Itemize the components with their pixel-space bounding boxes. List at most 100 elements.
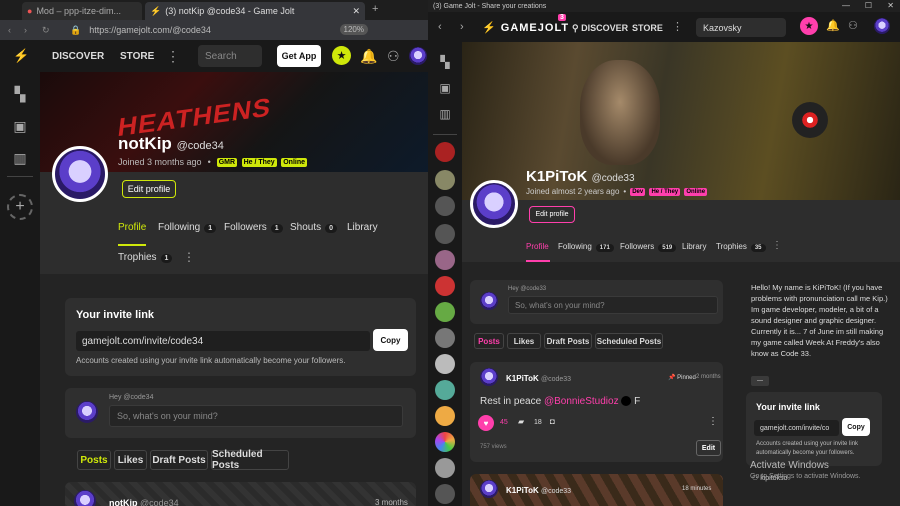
forward-icon[interactable]: › bbox=[460, 21, 464, 33]
user-avatar[interactable] bbox=[409, 47, 427, 65]
maximize-icon[interactable]: ☐ bbox=[865, 1, 872, 10]
back-icon[interactable]: ‹ bbox=[438, 21, 442, 33]
browser-tab[interactable]: ● Mod – ppp-itze-dim... bbox=[22, 2, 142, 20]
community-icon[interactable] bbox=[435, 328, 455, 348]
more-tabs-icon[interactable]: ⋮ bbox=[772, 240, 782, 251]
notification-bell-icon[interactable]: 🔔 bbox=[360, 48, 377, 65]
tab-followers[interactable]: Followers 519 bbox=[620, 242, 677, 252]
community-icon[interactable] bbox=[435, 406, 455, 426]
post-tab-likes[interactable]: Likes bbox=[114, 450, 147, 470]
more-tabs-icon[interactable]: ⋮ bbox=[183, 250, 195, 264]
post-tab-scheduled[interactable]: Scheduled Posts bbox=[595, 333, 663, 349]
invite-link-field[interactable]: gamejolt.com/invite/code34 bbox=[76, 331, 370, 351]
feed-item[interactable]: K1PiToK @code33 18 minutes bbox=[470, 474, 723, 506]
browser-tab-active[interactable]: ⚡ (3) notKip @code34 - Game Jolt ✕ bbox=[145, 2, 365, 20]
forward-icon[interactable]: › bbox=[24, 25, 27, 35]
nav-discover[interactable]: DISCOVER bbox=[52, 51, 104, 62]
back-icon[interactable]: ‹ bbox=[8, 25, 11, 35]
tab-profile[interactable]: Profile bbox=[526, 242, 549, 251]
close-window-icon[interactable]: ✕ bbox=[887, 1, 894, 10]
post-tab-likes[interactable]: Likes bbox=[507, 333, 541, 349]
tab-library[interactable]: Library bbox=[682, 242, 706, 251]
tab-trophies[interactable]: Trophies 1 bbox=[118, 252, 173, 263]
community-icon[interactable] bbox=[435, 432, 455, 452]
copy-invite-button[interactable]: Copy bbox=[373, 329, 408, 351]
tab-following[interactable]: Following 1 bbox=[158, 222, 217, 233]
address-bar[interactable]: ‹ › ↻ 🔒 https://gamejolt.com/@code34 120… bbox=[0, 20, 428, 40]
feed-item[interactable]: notKip @code34 3 months bbox=[65, 482, 416, 506]
nav-store[interactable]: STORE bbox=[632, 23, 663, 33]
post-mention-link[interactable]: @BonnieStudioz bbox=[544, 396, 619, 407]
tab-following[interactable]: Following 171 bbox=[558, 242, 614, 252]
profile-avatar[interactable] bbox=[470, 180, 518, 228]
copy-invite-button[interactable]: Copy bbox=[842, 418, 870, 436]
nav-discover[interactable]: ⚲ DISCOVER bbox=[572, 23, 628, 34]
tab-followers[interactable]: Followers 1 bbox=[224, 222, 283, 233]
gamejolt-brand[interactable]: ⚡ GAMEJOLT bbox=[482, 21, 569, 34]
notification-bell-icon[interactable]: 🔔 bbox=[826, 19, 840, 32]
more-menu-icon[interactable]: ⋮ bbox=[166, 48, 180, 65]
edit-profile-button[interactable]: Edit profile bbox=[529, 206, 575, 223]
tab-shouts[interactable]: Shouts 0 bbox=[290, 222, 338, 233]
reload-icon[interactable]: ↻ bbox=[42, 25, 50, 36]
invite-link-field[interactable]: gamejolt.com/invite/co bbox=[754, 420, 839, 436]
quest-icon[interactable]: ★ bbox=[332, 46, 351, 65]
community-icon[interactable] bbox=[435, 224, 455, 244]
post-tab-scheduled[interactable]: Scheduled Posts bbox=[211, 449, 289, 471]
community-icon[interactable] bbox=[435, 250, 455, 270]
community-icon[interactable] bbox=[435, 354, 455, 374]
post-avatar[interactable] bbox=[480, 368, 498, 386]
community-icon[interactable] bbox=[435, 302, 455, 322]
minimize-icon[interactable]: — bbox=[842, 1, 850, 10]
tab-library[interactable]: Library bbox=[347, 222, 378, 233]
activity-icon[interactable]: ▚ bbox=[435, 52, 455, 72]
collapse-bio-button[interactable]: — bbox=[751, 376, 769, 386]
nav-store[interactable]: STORE bbox=[120, 51, 154, 62]
tab-close-icon[interactable]: ✕ bbox=[352, 6, 360, 17]
community-icon[interactable] bbox=[435, 276, 455, 296]
community-icon[interactable] bbox=[435, 142, 455, 162]
friends-icon[interactable]: ⚇ bbox=[848, 19, 858, 32]
add-community-icon[interactable]: + bbox=[7, 194, 33, 220]
library-icon[interactable]: ▥ bbox=[10, 148, 30, 168]
like-button[interactable]: ♥ bbox=[478, 415, 494, 431]
community-icon[interactable] bbox=[435, 458, 455, 478]
post-tab-drafts[interactable]: Draft Posts bbox=[150, 450, 208, 470]
edit-post-button[interactable]: Edit bbox=[696, 440, 721, 456]
community-icon[interactable] bbox=[435, 170, 455, 190]
post-author[interactable]: K1PiToK @code33 bbox=[506, 374, 571, 383]
feed-author[interactable]: K1PiToK @code33 bbox=[506, 486, 571, 495]
activity-icon[interactable]: ▚ bbox=[10, 84, 30, 104]
friends-icon[interactable]: ⚇ bbox=[387, 48, 400, 65]
tab-trophies[interactable]: Trophies 35 bbox=[716, 242, 766, 252]
post-tab-posts[interactable]: Posts bbox=[77, 450, 111, 470]
post-tab-posts[interactable]: Posts bbox=[474, 333, 504, 349]
community-icon[interactable] bbox=[435, 196, 455, 216]
feed-avatar[interactable] bbox=[480, 480, 498, 498]
feed-avatar[interactable] bbox=[74, 490, 96, 506]
user-avatar[interactable] bbox=[874, 18, 890, 34]
backpack-icon[interactable]: ▣ bbox=[435, 78, 455, 98]
search-input[interactable]: Search bbox=[198, 45, 262, 67]
profile-avatar[interactable] bbox=[52, 146, 108, 202]
community-icon[interactable] bbox=[435, 380, 455, 400]
post-more-icon[interactable]: ⋮ bbox=[708, 416, 718, 427]
community-icon[interactable] bbox=[435, 484, 455, 504]
edit-profile-button[interactable]: Edit profile bbox=[122, 180, 176, 198]
quest-icon[interactable]: ★ bbox=[800, 17, 818, 35]
composer-input[interactable]: So, what's on your mind? bbox=[508, 296, 718, 314]
sticker-icon[interactable]: ◘ bbox=[550, 417, 555, 426]
zoom-level[interactable]: 120% bbox=[339, 24, 368, 35]
library-icon[interactable]: ▥ bbox=[435, 104, 455, 124]
post-tab-drafts[interactable]: Draft Posts bbox=[544, 333, 592, 349]
composer-input[interactable]: So, what's on your mind? bbox=[109, 405, 403, 427]
more-menu-icon[interactable]: ⋮ bbox=[672, 20, 683, 33]
search-input[interactable]: Kazovsky bbox=[696, 18, 786, 37]
gamejolt-logo-icon[interactable]: ⚡ bbox=[13, 48, 29, 64]
comment-icon[interactable]: ▰ bbox=[518, 417, 524, 426]
feed-author[interactable]: notKip @code34 bbox=[109, 498, 179, 506]
pinned-post[interactable]: K1PiToK @code33 📌 Pinned 2 months Rest i… bbox=[470, 362, 723, 462]
get-app-button[interactable]: Get App bbox=[277, 45, 321, 67]
new-tab-icon[interactable]: + bbox=[372, 3, 378, 15]
backpack-icon[interactable]: ▣ bbox=[10, 116, 30, 136]
